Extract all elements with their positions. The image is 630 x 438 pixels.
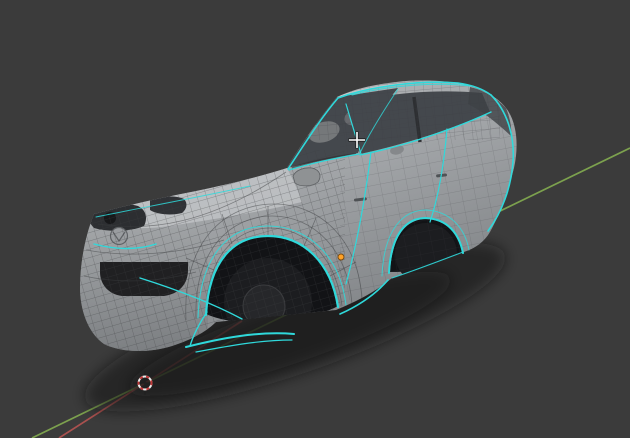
viewport-3d[interactable] — [0, 0, 630, 438]
viewport-canvas[interactable] — [0, 0, 630, 438]
object-origin-dot — [337, 253, 345, 261]
